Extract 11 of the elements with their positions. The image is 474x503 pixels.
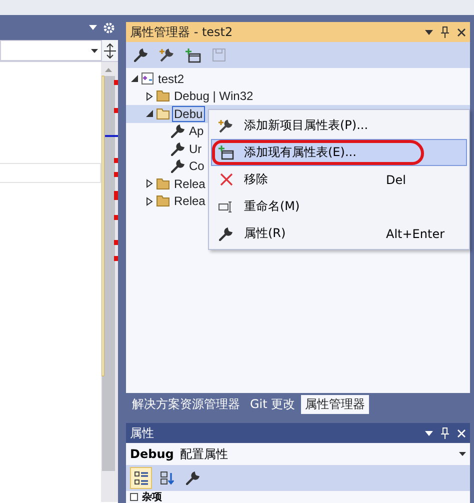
tree-item-label: Relea [173, 193, 206, 210]
tree-item-label: Ap [188, 123, 205, 140]
section-label: 杂项 [142, 491, 162, 503]
tree-item-label: Debug | Win32 [173, 88, 254, 104]
tree-item-label: test2 [157, 70, 186, 87]
panel-title: 属性管理器 - test2 [130, 24, 234, 40]
panel-title: 属性 [130, 424, 155, 442]
tree-item-label: Relea [173, 176, 206, 192]
tree-item-label: Debu [172, 106, 205, 122]
tree-item-label: Ur [188, 140, 203, 157]
tree-item-label: Co [188, 158, 206, 174]
